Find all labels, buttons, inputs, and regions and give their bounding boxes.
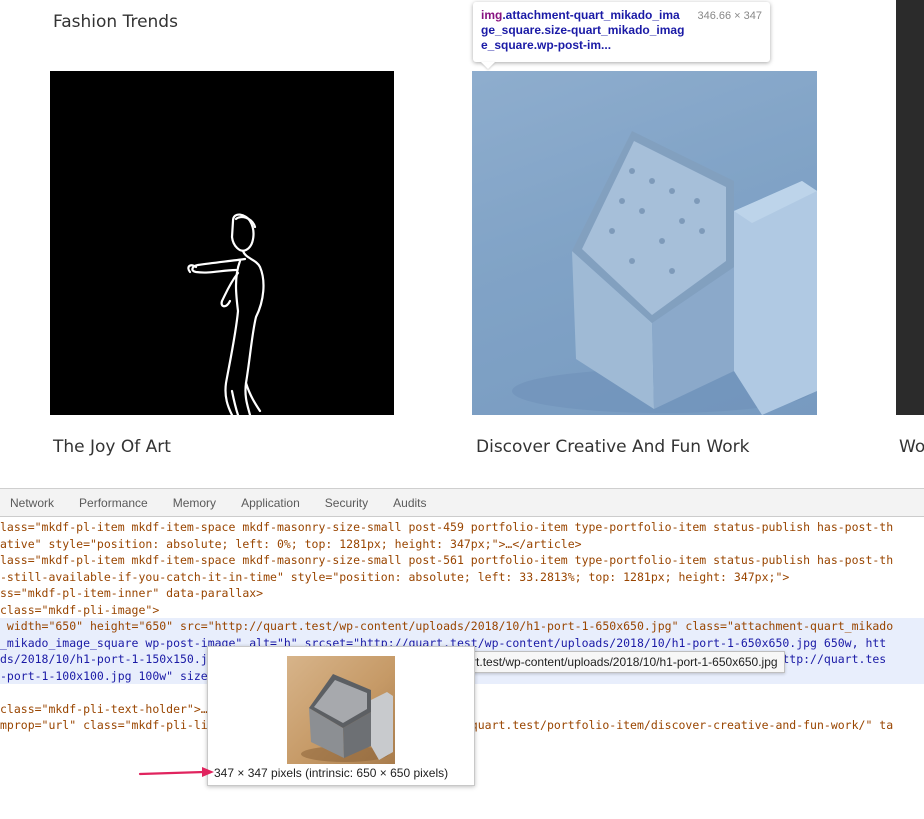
annotation-arrow-icon xyxy=(138,767,214,777)
tab-memory[interactable]: Memory xyxy=(173,496,216,510)
dom-line[interactable]: class="mkdf-pli-image"> xyxy=(0,602,924,619)
dom-line-selected[interactable]: width="650" height="650" src="http://qua… xyxy=(0,618,924,635)
tab-audits[interactable]: Audits xyxy=(393,496,426,510)
dom-line[interactable]: ss="mkdf-pl-item-inner" data-parallax> xyxy=(0,585,924,602)
devtools-tab-bar: Network Performance Memory Application S… xyxy=(0,489,924,517)
portfolio-page: Fashion Trends The Joy Of Art Discover C… xyxy=(0,0,924,488)
dom-line[interactable]: lass="mkdf-pl-item mkdf-item-space mkdf-… xyxy=(0,552,924,569)
dom-line[interactable]: lass="mkdf-pl-item mkdf-item-space mkdf-… xyxy=(0,519,924,536)
tooltip-element-size: 346.66 × 347 xyxy=(697,10,762,22)
image-preview-popup: 347 × 347 pixels (intrinsic: 650 × 650 p… xyxy=(207,646,475,786)
image-preview-dimensions: 347 × 347 pixels (intrinsic: 650 × 650 p… xyxy=(214,766,449,780)
dom-line[interactable]: -still-available-if-you-catch-it-in-time… xyxy=(0,569,924,586)
tab-network[interactable]: Network xyxy=(10,496,54,510)
portfolio-image-third-partial[interactable] xyxy=(896,0,924,415)
portfolio-title-joy-of-art[interactable]: The Joy Of Art xyxy=(53,437,171,457)
line-art-figure-illustration xyxy=(187,213,265,415)
portfolio-title-discover-creative[interactable]: Discover Creative And Fun Work xyxy=(476,437,749,457)
tooltip-arrow-icon xyxy=(481,62,495,69)
image-hover-overlay xyxy=(472,71,817,415)
tooltip-element-name: img.attachment-quart_mikado_image_square… xyxy=(481,8,685,52)
tab-application[interactable]: Application xyxy=(241,496,300,510)
inspector-element-tooltip: img.attachment-quart_mikado_image_square… xyxy=(473,2,770,69)
tab-performance[interactable]: Performance xyxy=(79,496,148,510)
portfolio-title-third-partial[interactable]: Wo xyxy=(899,437,924,457)
portfolio-image-discover-creative[interactable] xyxy=(472,71,817,415)
image-preview-thumbnail xyxy=(287,656,395,764)
dom-line[interactable]: ative" style="position: absolute; left: … xyxy=(0,536,924,553)
portfolio-title-fashion-trends[interactable]: Fashion Trends xyxy=(53,12,178,32)
tab-security[interactable]: Security xyxy=(325,496,368,510)
portfolio-image-joy-of-art[interactable] xyxy=(50,71,394,415)
preview-box-photo xyxy=(301,674,393,762)
